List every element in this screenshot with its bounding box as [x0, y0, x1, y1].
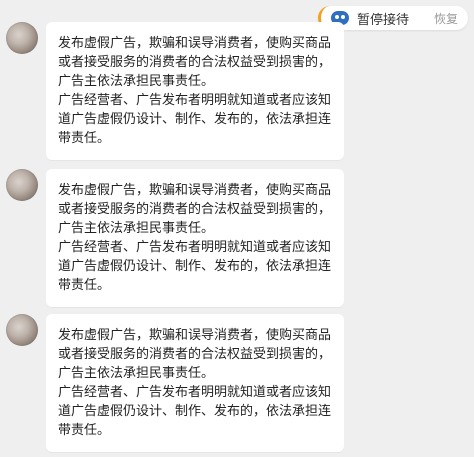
avatar: [6, 314, 38, 346]
message-paragraph-1: 发布虚假广告，欺骗和误导消费者，使购买商品或者接受服务的消费者的合法权益受到损害…: [58, 183, 332, 236]
chat-area: 暂停接待 恢复 发布虚假广告，欺骗和误导消费者，使购买商品或者接受服务的消费者的…: [0, 0, 474, 457]
avatar: [6, 22, 38, 54]
message-bubble: 发布虚假广告，欺骗和误导消费者，使购买商品或者接受服务的消费者的合法权益受到损害…: [46, 22, 344, 160]
resume-button[interactable]: 恢复: [434, 10, 458, 27]
message-paragraph-2: 广告经营者、广告发布者明明就知道或者应该知道广告虚假仍设计、制作、发布的，依法承…: [58, 385, 332, 438]
message-paragraph-2: 广告经营者、广告发布者明明就知道或者应该知道广告虚假仍设计、制作、发布的，依法承…: [58, 93, 332, 146]
status-label: 暂停接待: [357, 12, 410, 28]
avatar: [6, 169, 38, 201]
message-paragraph-1: 发布虚假广告，欺骗和误导消费者，使购买商品或者接受服务的消费者的合法权益受到损害…: [58, 328, 332, 381]
message-paragraph-1: 发布虚假广告，欺骗和误导消费者，使购买商品或者接受服务的消费者的合法权益受到损害…: [58, 36, 332, 89]
message-paragraph-2: 广告经营者、广告发布者明明就知道或者应该知道广告虚假仍设计、制作、发布的，依法承…: [58, 240, 332, 293]
message-bubble: 发布虚假广告，欺骗和误导消费者，使购买商品或者接受服务的消费者的合法权益受到损害…: [46, 169, 344, 307]
message-bubble: 发布虚假广告，欺骗和误导消费者，使购买商品或者接受服务的消费者的合法权益受到损害…: [46, 314, 344, 452]
